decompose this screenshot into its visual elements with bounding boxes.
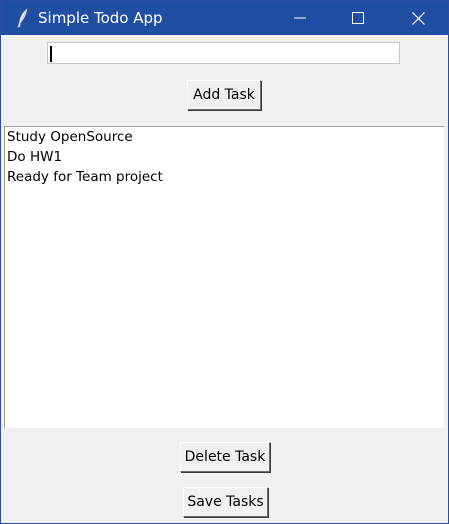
minimize-button[interactable] (271, 1, 329, 35)
minimize-icon (294, 12, 306, 24)
text-cursor (50, 46, 52, 62)
list-item[interactable]: Ready for Team project (5, 167, 444, 187)
list-item[interactable]: Study OpenSource (5, 127, 444, 147)
add-task-button[interactable]: Add Task (187, 80, 261, 110)
task-input[interactable] (47, 42, 400, 64)
save-tasks-button[interactable]: Save Tasks (183, 487, 268, 517)
task-list[interactable]: Study OpenSource Do HW1 Ready for Team p… (4, 126, 445, 429)
maximize-icon (352, 12, 364, 24)
close-icon (411, 11, 425, 25)
feather-icon (15, 8, 31, 28)
close-button[interactable] (389, 1, 447, 35)
delete-task-button[interactable]: Delete Task (180, 442, 270, 472)
window-title: Simple Todo App (38, 9, 163, 27)
maximize-button[interactable] (329, 1, 387, 35)
app-window: Simple Todo App Add Task Study OpenSourc… (0, 0, 449, 524)
list-item[interactable]: Do HW1 (5, 147, 444, 167)
title-bar[interactable]: Simple Todo App (1, 1, 448, 35)
